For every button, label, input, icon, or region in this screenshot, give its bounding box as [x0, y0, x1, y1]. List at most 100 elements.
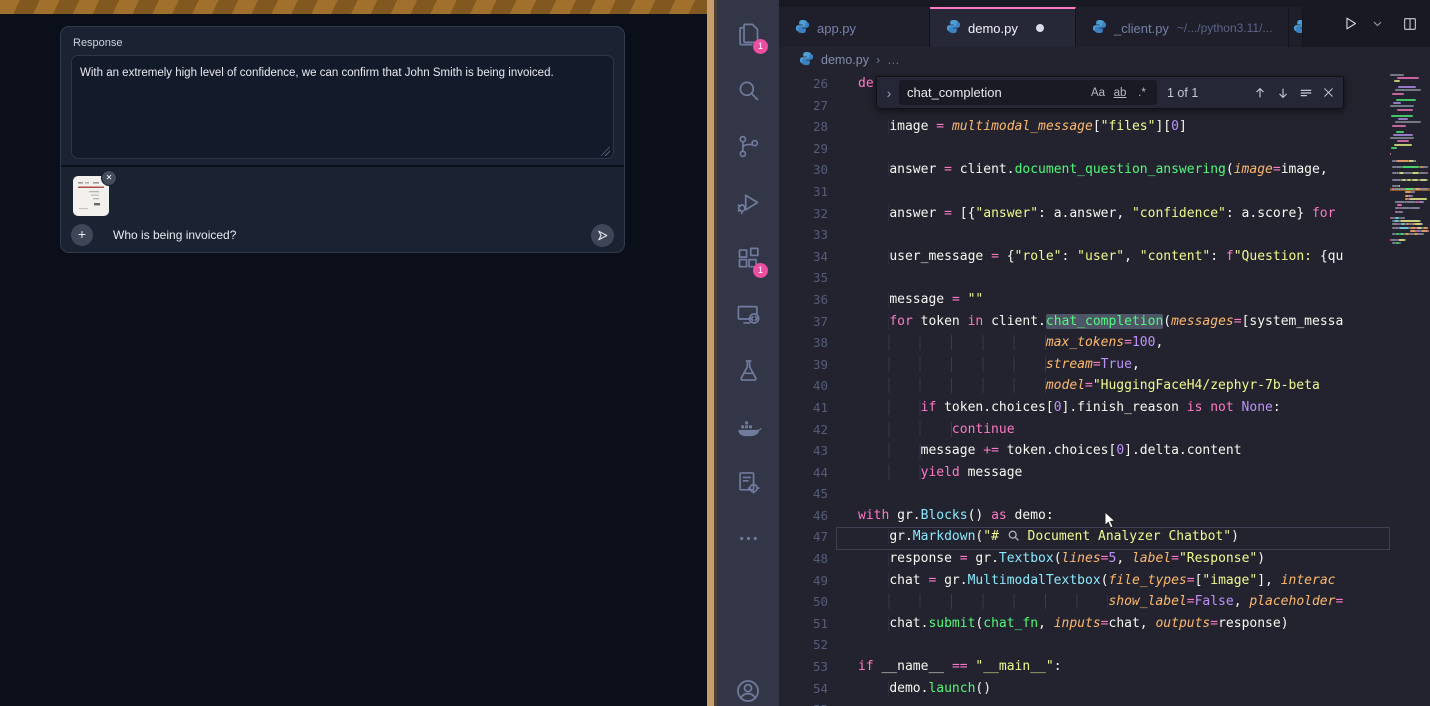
- activity-item-search[interactable]: [717, 62, 779, 118]
- match-case-toggle[interactable]: Aa: [1087, 87, 1109, 99]
- tab-demo.py[interactable]: demo.py: [930, 7, 1076, 47]
- whole-word-toggle[interactable]: ab: [1109, 87, 1131, 99]
- code-line-36[interactable]: 36 message = "": [779, 289, 1390, 311]
- code-line-55[interactable]: 55: [779, 699, 1390, 706]
- activity-item-explorer[interactable]: 1: [717, 6, 779, 62]
- code-line-31[interactable]: 31: [779, 181, 1390, 203]
- code-line-41[interactable]: 41 if token.choices[0].finish_reason is …: [779, 397, 1390, 419]
- code-line-51[interactable]: 51 chat.submit(chat_fn, inputs=chat, out…: [779, 613, 1390, 635]
- line-number[interactable]: 39: [779, 354, 828, 376]
- minimap[interactable]: [1390, 73, 1430, 706]
- add-file-button[interactable]: +: [71, 224, 93, 246]
- tab-clipped[interactable]: [1289, 7, 1303, 47]
- code-line-35[interactable]: 35: [779, 267, 1390, 289]
- code-line-34[interactable]: 34 user_message = {"role": "user", "cont…: [779, 246, 1390, 268]
- line-number[interactable]: 35: [779, 267, 828, 289]
- code-line-46[interactable]: 46with gr.Blocks() as demo:: [779, 505, 1390, 527]
- line-number[interactable]: 34: [779, 246, 828, 268]
- response-textarea[interactable]: With an extremely high level of confiden…: [71, 55, 614, 159]
- line-number[interactable]: 41: [779, 397, 828, 419]
- line-number[interactable]: 27: [779, 95, 828, 117]
- line-number[interactable]: 54: [779, 678, 828, 700]
- close-find-widget-button[interactable]: [1322, 86, 1335, 99]
- remove-attachment-button[interactable]: ✕: [101, 170, 117, 186]
- code-line-32[interactable]: 32 answer = [{"answer": a.answer, "confi…: [779, 203, 1390, 225]
- code-line-40[interactable]: 40 model="HuggingFaceH4/zephyr-7b-beta: [779, 375, 1390, 397]
- previous-match-button[interactable]: [1253, 86, 1267, 100]
- code-line-38[interactable]: 38 max_tokens=100,: [779, 332, 1390, 354]
- line-number[interactable]: 52: [779, 634, 828, 656]
- line-number[interactable]: 47: [779, 526, 828, 548]
- find-in-selection-button[interactable]: [1299, 86, 1313, 100]
- code-line-39[interactable]: 39 stream=True,: [779, 354, 1390, 376]
- split-editor-button[interactable]: [1402, 16, 1418, 32]
- line-number[interactable]: 51: [779, 613, 828, 635]
- activity-item-testing[interactable]: [717, 342, 779, 398]
- line-number[interactable]: 43: [779, 440, 828, 462]
- toggle-replace-chevron-icon[interactable]: ›: [881, 85, 897, 101]
- code-line-44[interactable]: 44 yield message: [779, 462, 1390, 484]
- code-line-50[interactable]: 50 show_label=False, placeholder=: [779, 591, 1390, 613]
- code-line-29[interactable]: 29: [779, 138, 1390, 160]
- line-number[interactable]: 38: [779, 332, 828, 354]
- line-number[interactable]: 32: [779, 203, 828, 225]
- code-line-30[interactable]: 30 answer = client.document_question_ans…: [779, 159, 1390, 181]
- line-number[interactable]: 42: [779, 419, 828, 441]
- invoice-image-thumbnail[interactable]: ✕: [73, 176, 109, 216]
- code-line-43[interactable]: 43 message += token.choices[0].delta.con…: [779, 440, 1390, 462]
- activity-item-source-control[interactable]: [717, 118, 779, 174]
- line-number[interactable]: 55: [779, 699, 828, 706]
- activity-item-account[interactable]: [717, 677, 779, 706]
- tab-_client.py[interactable]: _client.py~/.../python3.11/...: [1076, 7, 1289, 47]
- find-input[interactable]: [907, 85, 1087, 100]
- code-line-42[interactable]: 42 continue: [779, 419, 1390, 441]
- code-line-28[interactable]: 28 image = multimodal_message["files"][0…: [779, 116, 1390, 138]
- code-line-53[interactable]: 53if __name__ == "__main__":: [779, 656, 1390, 678]
- regex-toggle[interactable]: .*: [1131, 87, 1153, 99]
- breadcrumb-file[interactable]: demo.py: [821, 53, 869, 67]
- line-number[interactable]: 49: [779, 570, 828, 592]
- line-number[interactable]: 46: [779, 505, 828, 527]
- code-line-48[interactable]: 48 response = gr.Textbox(lines=5, label=…: [779, 548, 1390, 570]
- run-dropdown-chevron-icon[interactable]: [1372, 18, 1383, 29]
- code-line-33[interactable]: 33: [779, 224, 1390, 246]
- activity-item-run-and-debug[interactable]: [717, 174, 779, 230]
- code-line-37[interactable]: 37 for token in client.chat_completion(m…: [779, 311, 1390, 333]
- activity-item-tasks[interactable]: [717, 454, 779, 510]
- code-line-54[interactable]: 54 demo.launch(): [779, 678, 1390, 700]
- activity-item-more[interactable]: [717, 510, 779, 566]
- testing-icon: [735, 357, 762, 384]
- line-number[interactable]: 53: [779, 656, 828, 678]
- source-control-icon: [735, 133, 762, 160]
- line-number[interactable]: 28: [779, 116, 828, 138]
- line-number[interactable]: 48: [779, 548, 828, 570]
- modified-dot-icon[interactable]: [1036, 24, 1044, 32]
- breadcrumb[interactable]: demo.py › …: [779, 47, 1430, 73]
- line-number[interactable]: 36: [779, 289, 828, 311]
- activity-item-remote-explorer[interactable]: [717, 286, 779, 342]
- line-number[interactable]: 26: [779, 73, 828, 95]
- send-button[interactable]: [591, 224, 614, 247]
- line-number[interactable]: 37: [779, 311, 828, 333]
- window-sash[interactable]: [707, 0, 717, 706]
- code-line-45[interactable]: 45: [779, 483, 1390, 505]
- code-line-49[interactable]: 49 chat = gr.MultimodalTextbox(file_type…: [779, 570, 1390, 592]
- tab-app.py[interactable]: app.py: [779, 7, 930, 47]
- python-file-icon: [795, 19, 810, 37]
- chat-message-text[interactable]: Who is being invoiced?: [113, 228, 236, 242]
- run-button[interactable]: [1342, 15, 1359, 32]
- line-number[interactable]: 31: [779, 181, 828, 203]
- line-number[interactable]: 33: [779, 224, 828, 246]
- activity-item-docker[interactable]: [717, 398, 779, 454]
- line-number[interactable]: 45: [779, 483, 828, 505]
- line-number[interactable]: 29: [779, 138, 828, 160]
- next-match-button[interactable]: [1276, 86, 1290, 100]
- breadcrumb-tail[interactable]: …: [887, 53, 900, 67]
- line-number[interactable]: 50: [779, 591, 828, 613]
- line-number[interactable]: 40: [779, 375, 828, 397]
- line-number[interactable]: 44: [779, 462, 828, 484]
- activity-item-extensions[interactable]: 1: [717, 230, 779, 286]
- line-number[interactable]: 30: [779, 159, 828, 181]
- code-line-47[interactable]: 47 gr.Markdown("# Document Analyzer Chat…: [779, 526, 1390, 548]
- code-line-52[interactable]: 52: [779, 634, 1390, 656]
